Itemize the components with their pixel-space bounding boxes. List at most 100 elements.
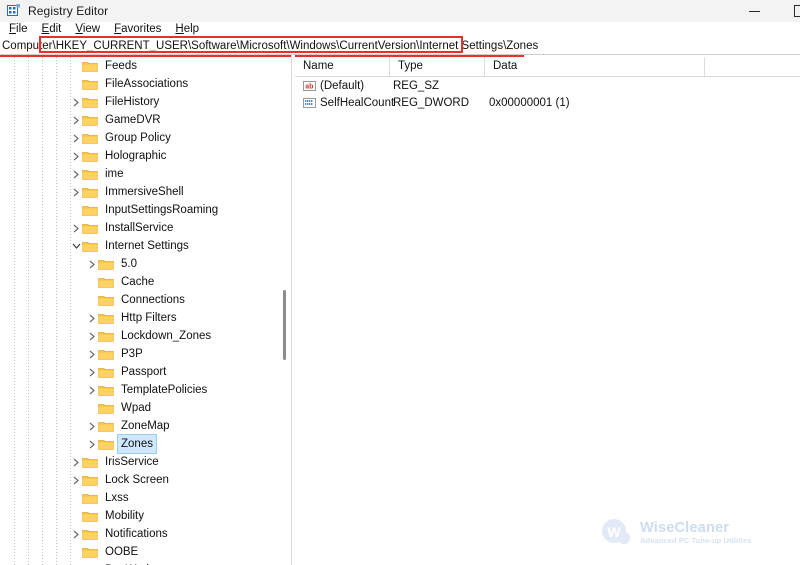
tree-item-mobility[interactable]: Mobility xyxy=(0,507,276,525)
tree-item-http-filters[interactable]: Http Filters xyxy=(0,309,276,327)
tree-connector xyxy=(0,291,1,309)
chevron-right-icon[interactable] xyxy=(70,129,82,147)
menu-item-view[interactable]: View xyxy=(68,22,107,36)
column-header-type[interactable]: Type xyxy=(390,57,485,76)
tree-item-feeds[interactable]: Feeds xyxy=(0,57,276,75)
column-header-data[interactable]: Data xyxy=(485,57,705,76)
menu-item-edit[interactable]: Edit xyxy=(35,22,69,36)
tree-item-zonemap[interactable]: ZoneMap xyxy=(0,417,276,435)
folder-icon xyxy=(82,183,98,201)
tree-connector xyxy=(0,165,1,183)
tree-scrollbar-thumb[interactable] xyxy=(283,290,286,360)
tree-item-notifications[interactable]: Notifications xyxy=(0,525,276,543)
folder-icon xyxy=(98,345,114,363)
tree-item-holographic[interactable]: Holographic xyxy=(0,147,276,165)
tree-item-label: Internet Settings xyxy=(105,240,189,252)
tree-item-label: IrisService xyxy=(105,456,159,468)
minimize-button[interactable] xyxy=(732,0,777,22)
folder-icon xyxy=(82,561,98,565)
tree-item-label: TemplatePolicies xyxy=(121,384,208,396)
tree-item-irisservice[interactable]: IrisService xyxy=(0,453,276,471)
tree-item-ime[interactable]: ime xyxy=(0,165,276,183)
window-controls xyxy=(732,0,800,22)
tree-item-label: ime xyxy=(105,168,124,180)
tree-item-oobe[interactable]: OOBE xyxy=(0,543,276,561)
chevron-right-icon[interactable] xyxy=(70,561,82,565)
tree-item-label: Notifications xyxy=(105,528,168,540)
chevron-right-icon[interactable] xyxy=(70,147,82,165)
tree-connector xyxy=(0,417,1,435)
tree-item-lxss[interactable]: Lxss xyxy=(0,489,276,507)
chevron-right-icon[interactable] xyxy=(70,525,82,543)
tree-item-wpad[interactable]: Wpad xyxy=(0,399,276,417)
tree-item-immersiveshell[interactable]: ImmersiveShell xyxy=(0,183,276,201)
tree-item-lockdown-zones[interactable]: Lockdown_Zones xyxy=(0,327,276,345)
tree-item-internet-settings[interactable]: Internet Settings xyxy=(0,237,276,255)
tree-vertical-scrollbar[interactable] xyxy=(276,57,291,565)
tree-connector xyxy=(0,183,1,201)
tree-item-installservice[interactable]: InstallService xyxy=(0,219,276,237)
tree-item-zones[interactable]: Zones xyxy=(0,434,276,454)
tree-connector xyxy=(0,237,1,255)
chevron-right-icon[interactable] xyxy=(86,345,98,363)
tree-item-connections[interactable]: Connections xyxy=(0,291,276,309)
chevron-right-icon[interactable] xyxy=(70,183,82,201)
value-row[interactable]: ab (Default) REG_SZ xyxy=(295,78,800,95)
chevron-right-icon[interactable] xyxy=(86,327,98,345)
chevron-right-icon[interactable] xyxy=(70,471,82,489)
tree-connector xyxy=(0,399,1,417)
tree-connector xyxy=(0,327,1,345)
tree-item-filehistory[interactable]: FileHistory xyxy=(0,93,276,111)
chevron-right-icon[interactable] xyxy=(86,417,98,435)
chevron-right-icon[interactable] xyxy=(86,435,98,453)
tree-item-p3p[interactable]: P3P xyxy=(0,345,276,363)
tree-item-inputsettingsroaming[interactable]: InputSettingsRoaming xyxy=(0,201,276,219)
tree-connector xyxy=(0,381,1,399)
tree-item-templatepolicies[interactable]: TemplatePolicies xyxy=(0,381,276,399)
tree-item-label: 5.0 xyxy=(121,258,137,270)
tree-item-group-policy[interactable]: Group Policy xyxy=(0,129,276,147)
chevron-right-icon[interactable] xyxy=(70,111,82,129)
tree-connector xyxy=(0,129,1,147)
tree-item-5-0[interactable]: 5.0 xyxy=(0,255,276,273)
chevron-right-icon[interactable] xyxy=(70,219,82,237)
registry-tree: Feeds FileAssociations FileHistory GameDVR G… xyxy=(0,57,276,565)
chevron-down-icon[interactable] xyxy=(70,237,82,255)
folder-icon xyxy=(98,327,114,345)
menu-item-help[interactable]: Help xyxy=(168,22,206,36)
address-bar[interactable]: Computer\ HKEY_CURRENT_USER\Software\Mic… xyxy=(0,36,800,56)
chevron-right-icon[interactable] xyxy=(86,381,98,399)
tree-connector xyxy=(0,147,1,165)
tree-item-fileassociations[interactable]: FileAssociations xyxy=(0,75,276,93)
tree-scroll-area[interactable]: Feeds FileAssociations FileHistory GameDVR G… xyxy=(0,57,276,565)
folder-icon xyxy=(98,417,114,435)
registry-editor-window: Registry Editor File Edit View Favorites… xyxy=(0,0,800,565)
chevron-right-icon[interactable] xyxy=(70,93,82,111)
tree-item-passport[interactable]: Passport xyxy=(0,363,276,381)
tree-connector xyxy=(0,273,1,291)
tree-item-cache[interactable]: Cache xyxy=(0,273,276,291)
chevron-right-icon[interactable] xyxy=(86,255,98,273)
chevron-right-icon[interactable] xyxy=(86,309,98,327)
folder-icon xyxy=(82,471,98,489)
menu-item-file[interactable]: File xyxy=(2,22,35,36)
folder-icon xyxy=(82,129,98,147)
chevron-right-icon[interactable] xyxy=(70,165,82,183)
tree-item-lock-screen[interactable]: Lock Screen xyxy=(0,471,276,489)
chevron-right-icon[interactable] xyxy=(70,453,82,471)
tree-connector xyxy=(0,255,1,273)
tree-item-gamedvr[interactable]: GameDVR xyxy=(0,111,276,129)
value-row[interactable]: SelfHealCount REG_DWORD 0x00000001 (1) xyxy=(295,95,800,112)
tree-item-penworkspace[interactable]: PenWorkspace xyxy=(0,561,276,565)
tree-item-label: GameDVR xyxy=(105,114,161,126)
chevron-right-icon[interactable] xyxy=(86,363,98,381)
maximize-button[interactable] xyxy=(777,0,800,22)
folder-icon xyxy=(98,273,114,291)
tree-item-label: Lxss xyxy=(105,492,129,504)
folder-icon xyxy=(82,219,98,237)
menu-item-favorites[interactable]: Favorites xyxy=(107,22,168,36)
column-header-name[interactable]: Name xyxy=(295,57,390,76)
